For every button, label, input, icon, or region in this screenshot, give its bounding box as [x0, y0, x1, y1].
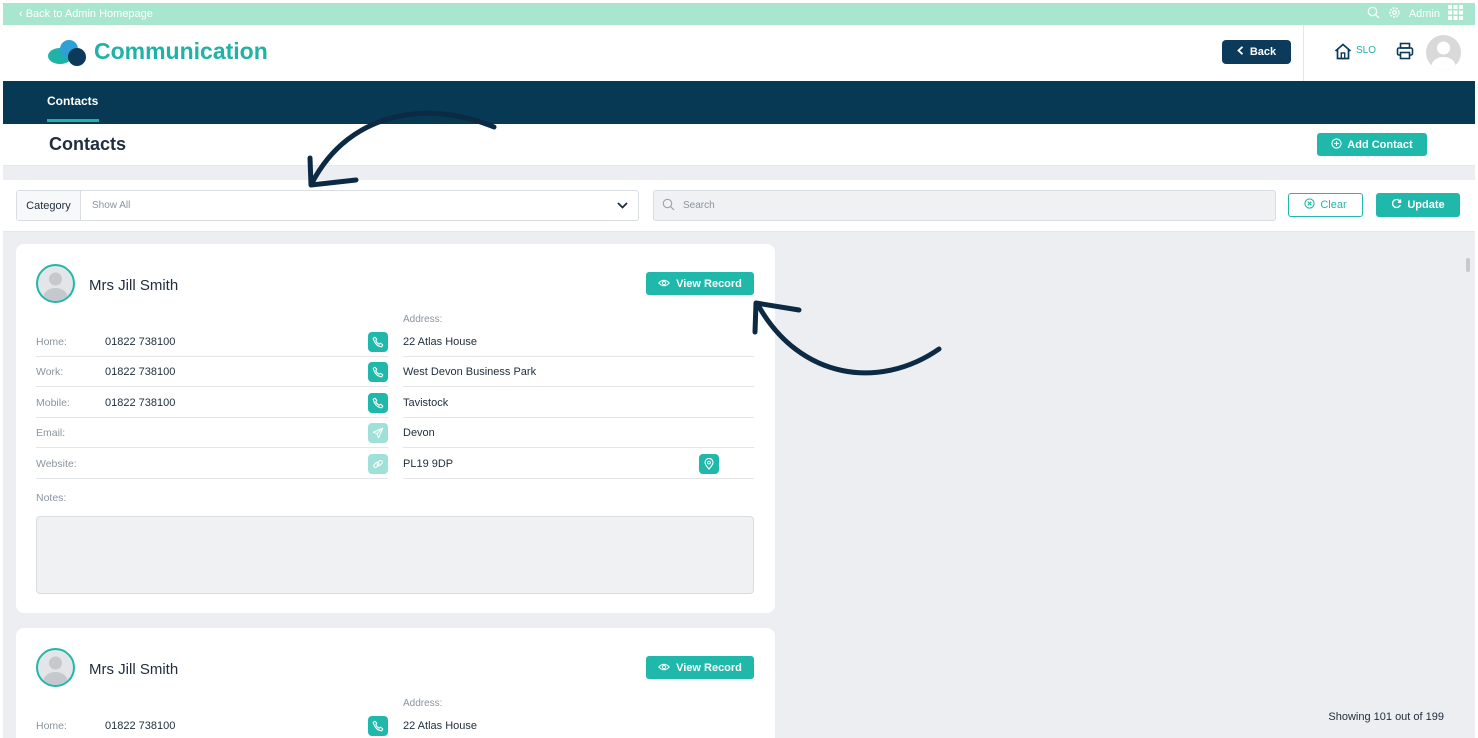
- contacts-list: Mrs Jill Smith View Record Address: Home…: [3, 232, 1475, 738]
- clear-label: Clear: [1320, 199, 1347, 211]
- eye-icon: [658, 662, 670, 674]
- field-label: Email:: [36, 426, 66, 439]
- address-line: Devon: [403, 418, 754, 448]
- field-label: Mobile:: [36, 396, 70, 409]
- page-header: Contacts Add Contact: [3, 124, 1475, 166]
- notes-field[interactable]: [36, 516, 754, 594]
- contact-card: Mrs Jill Smith View Record Address: Home…: [16, 244, 775, 613]
- field-label: Website:: [36, 457, 77, 470]
- address-value: West Devon Business Park: [403, 365, 537, 378]
- view-record-label: View Record: [676, 277, 742, 290]
- search-icon: [662, 198, 675, 214]
- link-icon[interactable]: [368, 453, 388, 474]
- field-label: Home:: [36, 335, 67, 348]
- filter-bar: Category Show All Search Clear Update: [3, 180, 1475, 232]
- refresh-icon: [1391, 198, 1402, 212]
- search-placeholder: Search: [683, 200, 715, 211]
- apps-grid-icon[interactable]: [1448, 5, 1463, 23]
- add-contact-label: Add Contact: [1347, 138, 1413, 151]
- chevron-down-icon[interactable]: [606, 191, 638, 220]
- phone-icon[interactable]: [368, 392, 388, 413]
- address-line: West Devon Business Park: [403, 357, 754, 387]
- admin-menu-label[interactable]: Admin: [1409, 8, 1440, 20]
- app-header: Communication Back SLO: [3, 25, 1475, 81]
- contact-name: Mrs Jill Smith: [89, 661, 179, 678]
- address-value: Devon: [403, 426, 435, 439]
- phone-icon[interactable]: [368, 361, 388, 382]
- back-button-label: Back: [1249, 46, 1277, 58]
- page-title: Contacts: [49, 134, 127, 154]
- header-divider: [1303, 25, 1304, 81]
- contact-field-row: Mobile: 01822 738100: [36, 388, 388, 418]
- address-label: Address:: [403, 698, 443, 709]
- contact-card: Mrs Jill Smith View Record Address: Home…: [16, 628, 775, 738]
- search-input[interactable]: Search: [653, 190, 1276, 221]
- chevron-left-icon: [1237, 46, 1244, 58]
- address-value: Tavistock: [403, 396, 449, 409]
- address-line: PL19 9DP: [403, 449, 754, 479]
- address-line: 22 Atlas House: [403, 711, 754, 738]
- active-tab-indicator: [47, 119, 99, 122]
- field-value: 01822 738100: [105, 719, 176, 732]
- notes-label: Notes:: [36, 492, 67, 504]
- section-divider: [3, 166, 1475, 180]
- main-nav: Contacts: [3, 81, 1475, 124]
- contact-field-row: Home: 01822 738100: [36, 711, 388, 738]
- address-value: 22 Atlas House: [403, 719, 477, 732]
- view-record-button[interactable]: View Record: [646, 656, 754, 679]
- site-code-label[interactable]: SLO: [1356, 45, 1376, 56]
- plus-circle-icon: [1331, 137, 1342, 152]
- close-circle-icon: [1304, 198, 1315, 212]
- address-line: Tavistock: [403, 388, 754, 418]
- update-button[interactable]: Update: [1376, 193, 1460, 217]
- address-value: PL19 9DP: [403, 457, 454, 470]
- phone-icon[interactable]: [368, 331, 388, 352]
- back-to-admin-link[interactable]: ‹ Back to Admin Homepage: [19, 8, 153, 20]
- address-label: Address:: [403, 314, 443, 325]
- contact-name: Mrs Jill Smith: [89, 277, 179, 294]
- eye-icon: [658, 278, 670, 290]
- field-value: 01822 738100: [105, 396, 176, 409]
- print-icon[interactable]: [1396, 42, 1414, 65]
- back-button[interactable]: Back: [1222, 40, 1291, 64]
- search-icon[interactable]: [1367, 6, 1380, 22]
- category-select[interactable]: Category Show All: [16, 190, 639, 221]
- contact-field-row: Website:: [36, 449, 388, 479]
- field-label: Home:: [36, 719, 67, 732]
- admin-topbar: ‹ Back to Admin Homepage Admin: [3, 3, 1475, 25]
- gear-icon[interactable]: [1388, 6, 1401, 22]
- view-record-button[interactable]: View Record: [646, 272, 754, 295]
- tab-contacts[interactable]: Contacts: [47, 94, 98, 108]
- field-value: 01822 738100: [105, 335, 176, 348]
- user-avatar[interactable]: [1426, 35, 1461, 70]
- address-line: 22 Atlas House: [403, 327, 754, 357]
- update-label: Update: [1407, 199, 1445, 211]
- send-icon[interactable]: [368, 422, 388, 443]
- field-value: 01822 738100: [105, 365, 176, 378]
- app-title: Communication: [94, 38, 268, 64]
- clear-button[interactable]: Clear: [1288, 193, 1363, 217]
- add-contact-button[interactable]: Add Contact: [1317, 133, 1427, 156]
- app-logo: [47, 37, 89, 67]
- map-pin-icon[interactable]: [699, 453, 719, 474]
- scrollbar-thumb[interactable]: [1466, 258, 1470, 272]
- pagination-status: Showing 101 out of 199: [1328, 711, 1444, 723]
- category-value[interactable]: Show All: [81, 191, 606, 220]
- view-record-label: View Record: [676, 661, 742, 674]
- contact-avatar: [36, 264, 75, 303]
- contact-field-row: Email:: [36, 418, 388, 448]
- contact-field-row: Work: 01822 738100: [36, 357, 388, 387]
- address-value: 22 Atlas House: [403, 335, 477, 348]
- contact-avatar: [36, 648, 75, 687]
- category-label: Category: [17, 191, 81, 220]
- field-label: Work:: [36, 365, 64, 378]
- phone-icon[interactable]: [368, 715, 388, 736]
- home-icon[interactable]: [1334, 43, 1352, 65]
- contact-field-row: Home: 01822 738100: [36, 327, 388, 357]
